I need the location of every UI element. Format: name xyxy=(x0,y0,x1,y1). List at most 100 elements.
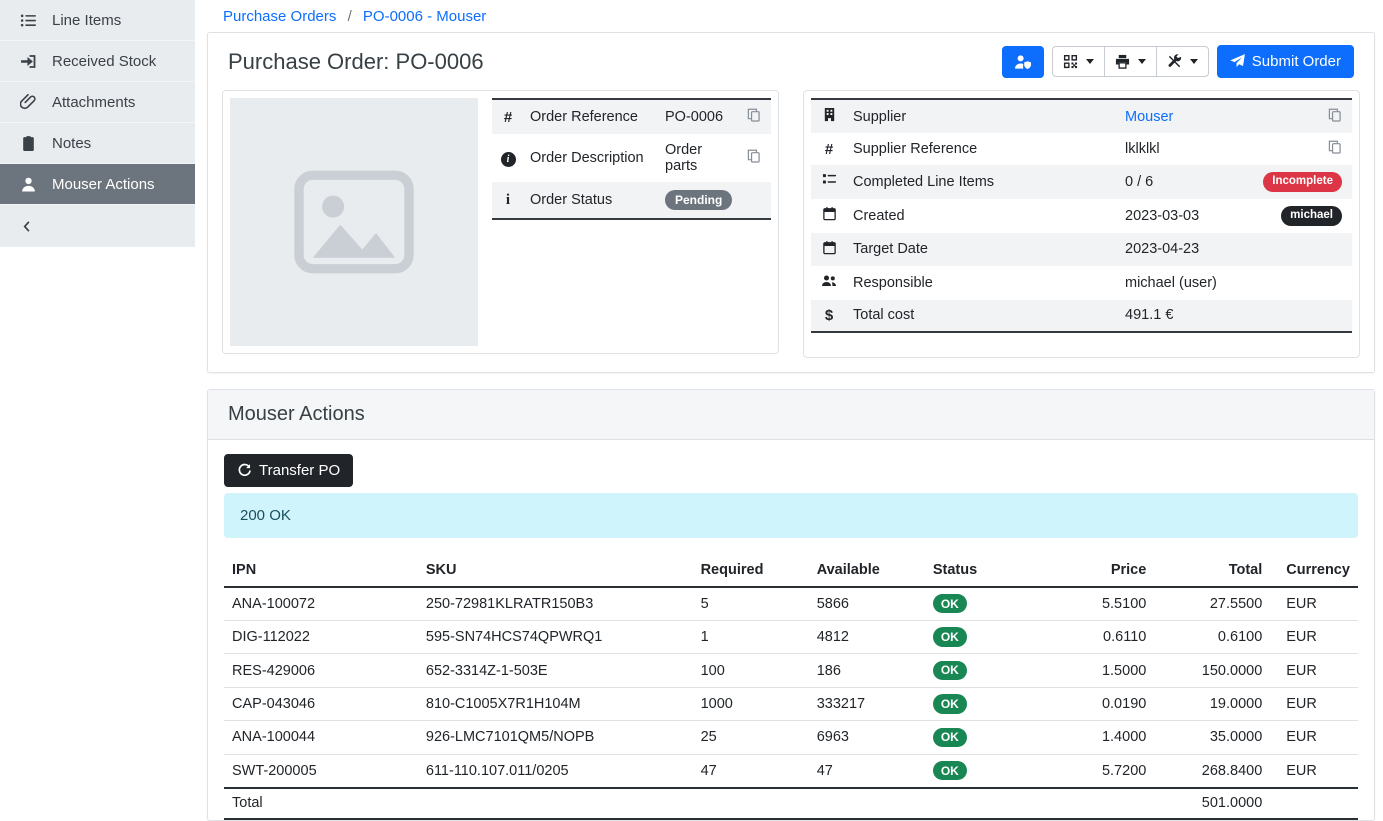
footer-total-label: Total xyxy=(224,788,418,819)
detail-label: Responsible xyxy=(847,266,1119,300)
detail-value: michael (user) xyxy=(1119,266,1241,300)
part-image-placeholder[interactable] xyxy=(230,98,478,346)
sidebar-item-mouser-actions[interactable]: Mouser Actions xyxy=(0,164,195,205)
tools-icon xyxy=(1167,54,1182,69)
detail-row-order-description: i Order Description Order parts xyxy=(492,134,771,182)
detail-label: Supplier Reference xyxy=(847,133,1119,165)
copy-icon[interactable] xyxy=(747,108,761,126)
submit-order-label: Submit Order xyxy=(1252,53,1341,70)
parts-cell-price: 5.7200 xyxy=(1034,754,1154,788)
sidebar-item-label: Line Items xyxy=(52,12,121,29)
main-content: Purchase Orders / PO-0006 - Mouser Purch… xyxy=(195,0,1383,794)
calendar-icon xyxy=(822,206,837,221)
parts-cell-available: 186 xyxy=(809,654,925,687)
detail-row-order-reference: # Order Reference PO-0006 xyxy=(492,99,771,134)
parts-cell-price: 0.0190 xyxy=(1034,687,1154,720)
detail-label: Target Date xyxy=(847,233,1119,266)
qr-code-icon xyxy=(1063,54,1078,69)
detail-value: 2023-04-23 xyxy=(1119,233,1241,266)
parts-cell-sku: 595-SN74HCS74QPWRQ1 xyxy=(418,620,693,653)
detail-row-total-cost: $ Total cost 491.1 € xyxy=(811,300,1352,332)
sidebar-item-received-stock[interactable]: Received Stock xyxy=(0,41,195,82)
detail-label: Created xyxy=(847,199,1119,233)
sidebar-item-line-items[interactable]: Line Items xyxy=(0,0,195,41)
caret-down-icon xyxy=(1086,59,1094,64)
parts-cell-available: 47 xyxy=(809,754,925,788)
column-header-total: Total xyxy=(1154,558,1270,587)
parts-cell-available: 6963 xyxy=(809,721,925,754)
footer-total-value: 501.0000 xyxy=(1154,788,1270,819)
sidebar: Line Items Received Stock Attachments No… xyxy=(0,0,195,794)
order-actions-menu-button[interactable] xyxy=(1156,46,1209,77)
refresh-icon xyxy=(237,463,252,478)
sidebar-item-notes[interactable]: Notes xyxy=(0,123,195,164)
parts-table-body: ANA-100072250-72981KLRATR150B355866OK5.5… xyxy=(224,587,1358,788)
detail-row-created: Created 2023-03-03 michael xyxy=(811,199,1352,233)
column-header-available: Available xyxy=(809,558,925,587)
parts-table-footer-row: Total 501.0000 xyxy=(224,788,1358,819)
list-icon xyxy=(20,12,37,29)
detail-row-target-date: Target Date 2023-04-23 xyxy=(811,233,1352,266)
parts-cell-currency: EUR xyxy=(1270,687,1358,720)
parts-cell-total: 150.0000 xyxy=(1154,654,1270,687)
building-icon xyxy=(822,107,837,122)
parts-table-row: ANA-100044926-LMC7101QM5/NOPB256963OK1.4… xyxy=(224,721,1358,754)
transfer-po-button[interactable]: Transfer PO xyxy=(224,454,353,487)
copy-icon[interactable] xyxy=(1328,108,1342,126)
assign-user-button[interactable] xyxy=(1002,46,1044,78)
parts-cell-total: 0.6100 xyxy=(1154,620,1270,653)
print-menu-button[interactable] xyxy=(1104,46,1157,77)
parts-cell-sku: 652-3314Z-1-503E xyxy=(418,654,693,687)
barcode-menu-button[interactable] xyxy=(1052,46,1105,77)
parts-cell-required: 25 xyxy=(693,721,809,754)
copy-icon[interactable] xyxy=(1328,140,1342,158)
parts-cell-price: 5.5100 xyxy=(1034,587,1154,621)
printer-icon xyxy=(1115,54,1130,69)
parts-cell-price: 1.4000 xyxy=(1034,721,1154,754)
page-title: Purchase Order: PO-0006 xyxy=(228,49,484,75)
parts-cell-sku: 250-72981KLRATR150B3 xyxy=(418,587,693,621)
sidebar-item-label: Attachments xyxy=(52,94,135,111)
breadcrumb-link-current-order[interactable]: PO-0006 - Mouser xyxy=(363,8,486,25)
info-icon: i xyxy=(506,192,510,208)
copy-icon[interactable] xyxy=(747,149,761,167)
order-button-group xyxy=(1052,46,1209,77)
submit-order-button[interactable]: Submit Order xyxy=(1217,45,1354,78)
detail-row-responsible: Responsible michael (user) xyxy=(811,266,1352,300)
column-header-required: Required xyxy=(693,558,809,587)
parts-table-header-row: IPN SKU Required Available Status Price … xyxy=(224,558,1358,587)
column-header-sku: SKU xyxy=(418,558,693,587)
parts-cell-price: 1.5000 xyxy=(1034,654,1154,687)
image-placeholder-icon xyxy=(288,156,420,288)
parts-cell-currency: EUR xyxy=(1270,620,1358,653)
parts-cell-required: 100 xyxy=(693,654,809,687)
breadcrumb-link-purchase-orders[interactable]: Purchase Orders xyxy=(223,8,336,25)
parts-cell-available: 4812 xyxy=(809,620,925,653)
order-summary-table: # Order Reference PO-0006 i Order Descri… xyxy=(492,98,771,220)
parts-cell-ipn: ANA-100072 xyxy=(224,587,418,621)
list-check-icon xyxy=(822,172,837,187)
app-root: Line Items Received Stock Attachments No… xyxy=(0,0,1383,794)
detail-label: Order Status xyxy=(524,182,659,219)
parts-table-row: SWT-200005611-110.107.011/02054747OK5.72… xyxy=(224,754,1358,788)
parts-cell-currency: EUR xyxy=(1270,721,1358,754)
breadcrumb: Purchase Orders / PO-0006 - Mouser xyxy=(207,0,1375,32)
paperclip-icon xyxy=(20,94,37,111)
purchase-order-header: Purchase Order: PO-0006 xyxy=(208,33,1374,88)
sidebar-item-attachments[interactable]: Attachments xyxy=(0,82,195,123)
parts-cell-sku: 810-C1005X7R1H104M xyxy=(418,687,693,720)
info-circle-icon: i xyxy=(501,152,516,167)
detail-label: Order Reference xyxy=(524,99,659,134)
parts-table-row: ANA-100072250-72981KLRATR150B355866OK5.5… xyxy=(224,587,1358,621)
order-summary-table-wrap: # Order Reference PO-0006 i Order Descri… xyxy=(492,98,771,346)
supplier-link[interactable]: Mouser xyxy=(1125,109,1173,125)
parts-cell-status: OK xyxy=(925,620,1035,653)
parts-table-row: CAP-043046810-C1005X7R1H104M1000333217OK… xyxy=(224,687,1358,720)
sidebar-item-label: Notes xyxy=(52,135,91,152)
hash-icon: # xyxy=(504,109,512,126)
sidebar-item-label: Received Stock xyxy=(52,53,156,70)
parts-table-row: RES-429006652-3314Z-1-503E100186OK1.5000… xyxy=(224,654,1358,687)
sidebar-collapse-button[interactable] xyxy=(0,205,195,247)
incomplete-badge: Incomplete xyxy=(1263,172,1342,192)
calendar-icon xyxy=(822,240,837,255)
